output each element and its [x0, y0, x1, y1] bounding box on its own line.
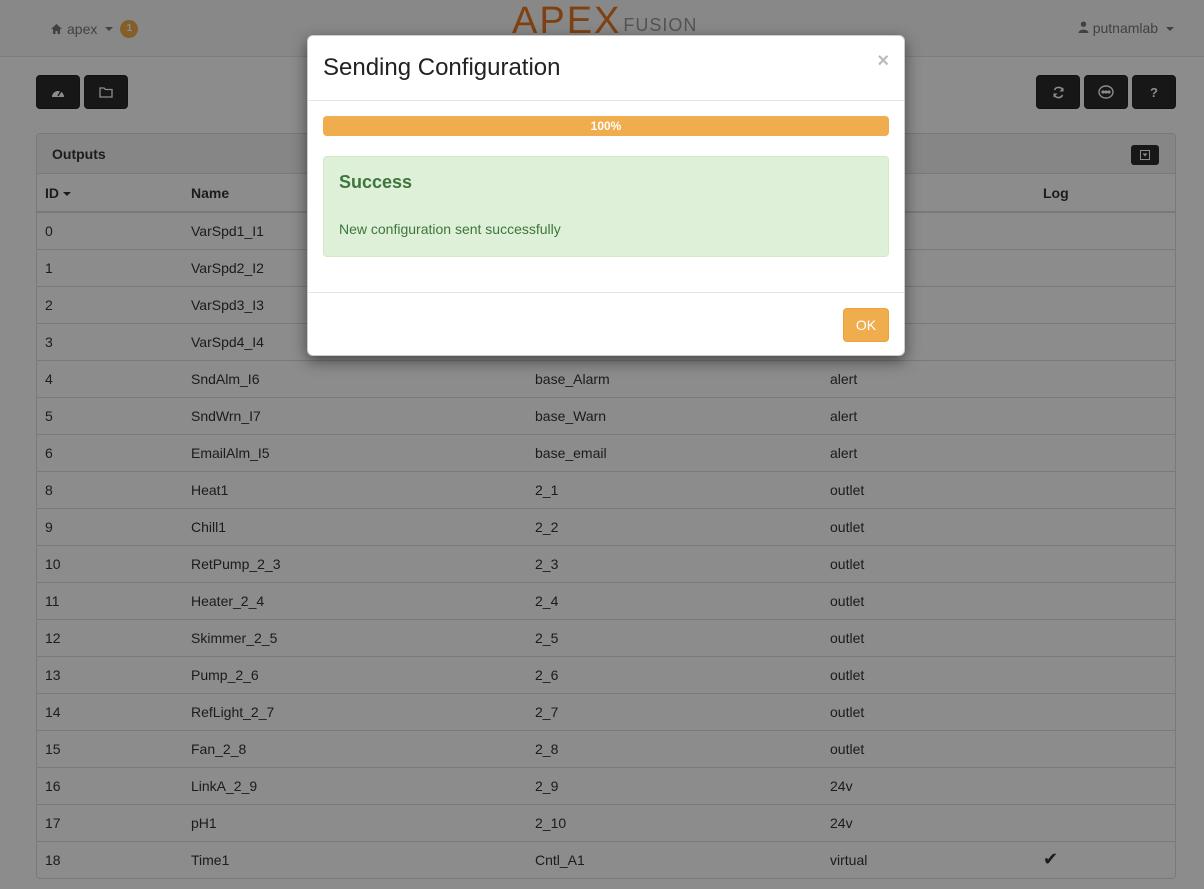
progress-bar-track: 100% [323, 116, 889, 136]
modal-header: Sending Configuration × [308, 36, 904, 101]
alert-message: New configuration sent successfully [339, 221, 561, 237]
alert-title: Success [339, 172, 413, 192]
progress-bar: 100% [323, 116, 889, 136]
modal-body: 100% Success New configuration sent succ… [308, 101, 904, 292]
success-alert: Success New configuration sent successfu… [323, 156, 889, 257]
modal-title: Sending Configuration [323, 54, 561, 81]
modal-footer: OK [308, 292, 904, 356]
sending-configuration-dialog: Sending Configuration × 100% Success New… [307, 35, 905, 356]
close-icon[interactable]: × [877, 50, 889, 73]
ok-button[interactable]: OK [843, 308, 889, 342]
